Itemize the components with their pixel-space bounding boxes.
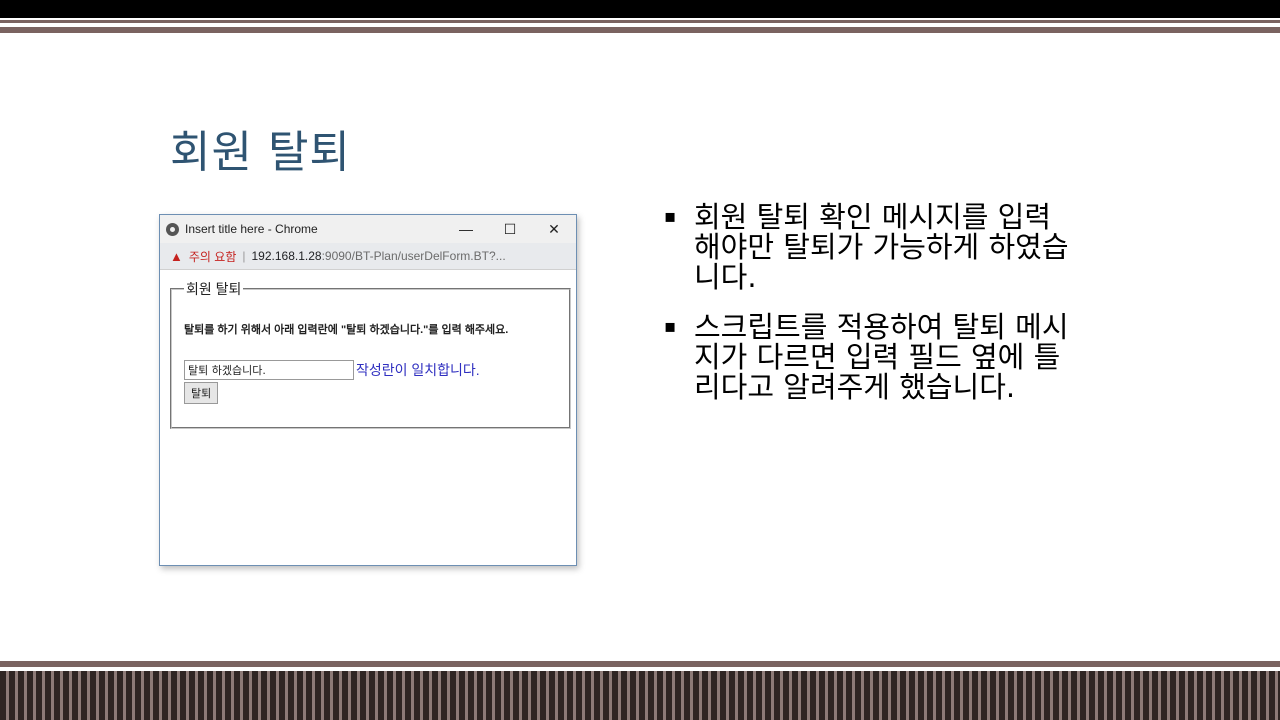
security-warning-label[interactable]: 주의 요함 — [189, 248, 237, 265]
window-controls: — ☐ ✕ — [444, 215, 576, 243]
browser-window: Insert title here - Chrome — ☐ ✕ ▲ 주의 요함… — [159, 214, 577, 566]
minimize-button[interactable]: — — [444, 215, 488, 243]
warning-icon: ▲ — [170, 248, 183, 264]
match-message: 작성란이 일치합니다. — [356, 362, 480, 378]
withdraw-form: 회원 탈퇴 탈퇴를 하기 위해서 아래 입력란에 "탈퇴 하겠습니다."를 입력… — [170, 279, 571, 429]
address-separator: | — [242, 249, 246, 263]
slide-title: 회원 탈퇴 — [170, 127, 351, 178]
chrome-icon — [166, 222, 179, 236]
window-titlebar: Insert title here - Chrome — ☐ ✕ — [160, 215, 576, 243]
bullet-item: 회원 탈퇴 확인 메시지를 입력 해야만 탈퇴가 가능하게 하였습니다. — [664, 202, 1084, 292]
form-legend: 회원 탈퇴 — [186, 281, 242, 297]
bullet-item: 스크립트를 적용하여 탈퇴 메시지가 다르면 입력 필드 옆에 틀리다고 알려주… — [664, 312, 1084, 402]
confirm-row: 작성란이 일치합니다. — [184, 360, 557, 380]
top-divider-thin — [0, 20, 1280, 23]
confirm-text-input[interactable] — [184, 360, 354, 380]
bottom-stripe-band — [0, 671, 1280, 720]
window-title: Insert title here - Chrome — [185, 222, 318, 236]
withdraw-button[interactable]: 탈퇴 — [184, 382, 219, 404]
bullet-list: 회원 탈퇴 확인 메시지를 입력 해야만 탈퇴가 가능하게 하였습니다. 스크립… — [664, 202, 1084, 422]
url-path: :9090/BT-Plan/userDelForm.BT?... — [321, 249, 506, 263]
address-bar[interactable]: ▲ 주의 요함 | 192.168.1.28:9090/BT-Plan/user… — [160, 243, 576, 270]
form-instruction: 탈퇴를 하기 위해서 아래 입력란에 "탈퇴 하겠습니다."를 입력 해주세요. — [184, 324, 509, 336]
top-divider-thick — [0, 27, 1280, 33]
bottom-divider — [0, 661, 1280, 667]
top-band — [0, 0, 1280, 18]
url-host: 192.168.1.28 — [251, 249, 322, 263]
maximize-button[interactable]: ☐ — [488, 215, 532, 243]
close-button[interactable]: ✕ — [532, 215, 576, 243]
